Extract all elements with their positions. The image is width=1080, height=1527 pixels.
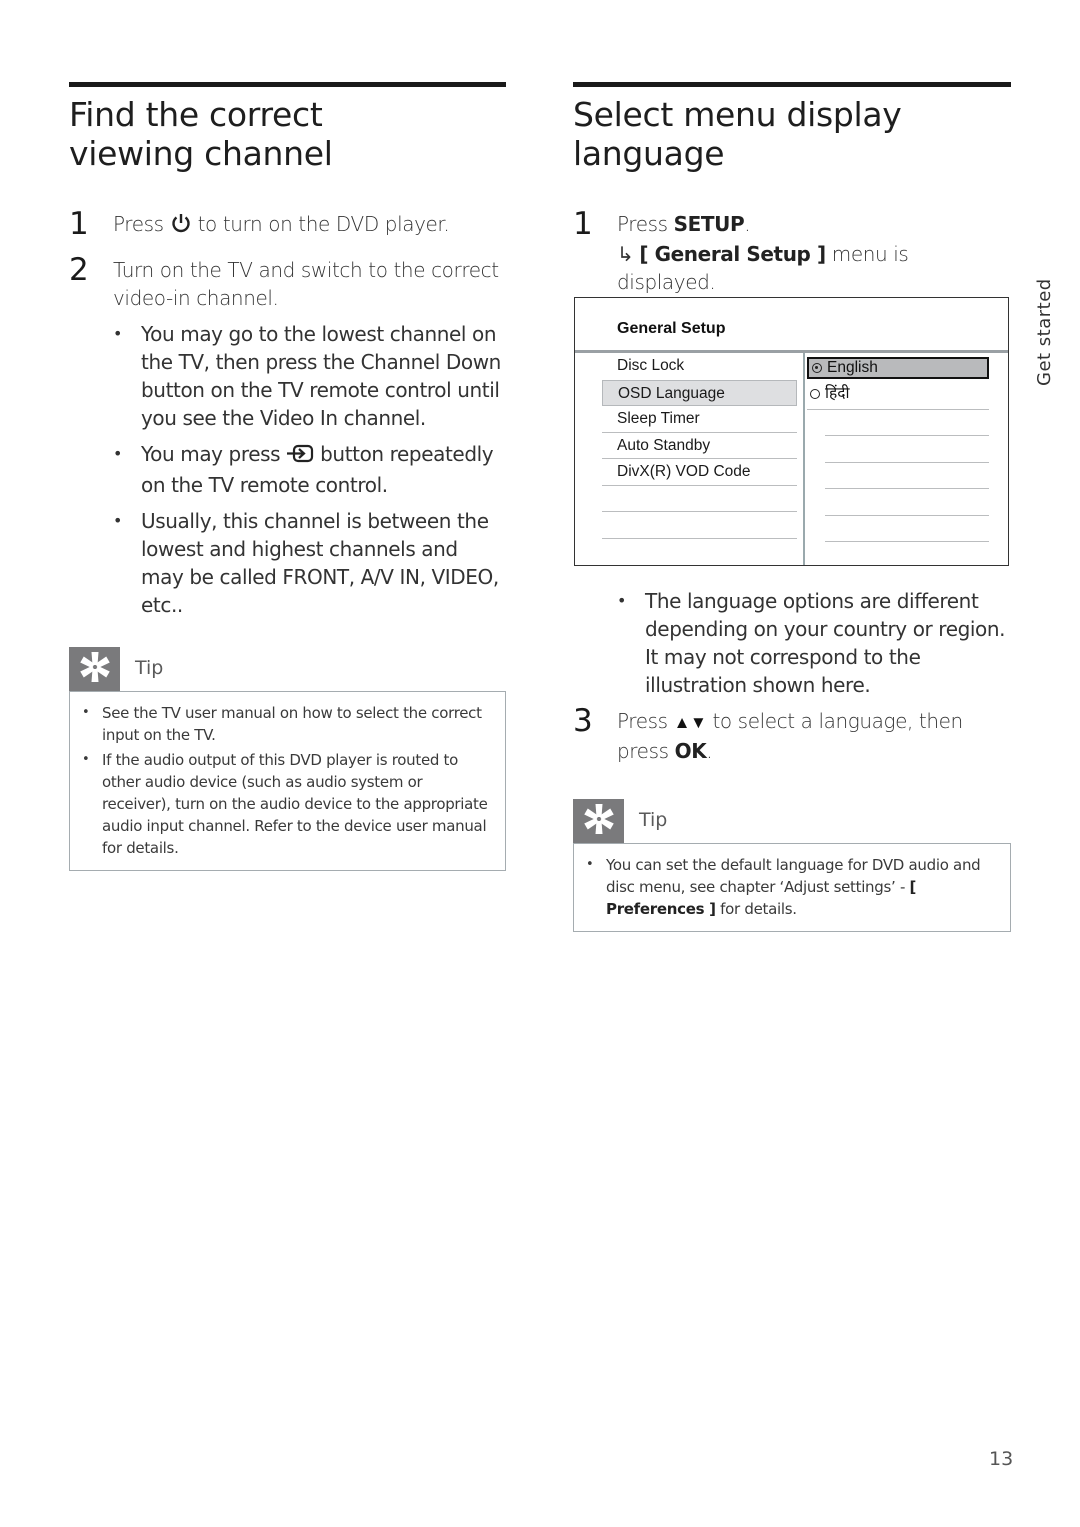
osd-item-auto-standby[interactable]: Auto Standby	[602, 433, 797, 459]
osd-item-divx-vod-code[interactable]: DivX(R) VOD Code	[602, 459, 797, 486]
tip-badge	[69, 647, 120, 691]
section-rule	[69, 82, 506, 87]
step-3: 3 Press ▲▼ to select a language, then pr…	[573, 703, 1011, 765]
option-label: English	[827, 359, 878, 376]
tip-box-right: Tip You can set the default language for…	[573, 799, 1011, 932]
radio-selected-icon	[812, 363, 822, 373]
osd-option-empty	[825, 436, 989, 463]
osd-option-empty	[825, 489, 989, 516]
section-title-menu-language: Select menu display language	[573, 95, 902, 173]
step-1-result: ↳ [ General Setup ] menu is displayed.	[573, 240, 1011, 296]
tip-item: You can set the default language for DVD…	[584, 854, 1000, 920]
punct: .	[706, 739, 713, 763]
tip-header: Tip	[573, 799, 1011, 843]
page-number: 13	[989, 1448, 1014, 1470]
step-text: Press	[617, 212, 668, 236]
osd-item-osd-language[interactable]: OSD Language	[602, 379, 797, 406]
section-rule	[573, 82, 1011, 87]
step-1: 1 Press SETUP.	[573, 206, 1011, 242]
tip-content: You can set the default language for DVD…	[573, 843, 1011, 932]
note-item: The language options are different depen…	[617, 587, 1017, 699]
step-text: Press	[113, 212, 164, 236]
osd-menu-title: General Setup	[617, 320, 726, 337]
setup-key-label: SETUP	[673, 212, 745, 236]
bullet-text: Usually, this channel is between the low…	[141, 509, 499, 617]
step-text: Press	[617, 709, 668, 733]
osd-menu-illustration: General Setup Disc Lock OSD Language Sle…	[574, 297, 1009, 566]
ok-key-label: OK	[674, 739, 707, 763]
tip-item: If the audio output of this DVD player i…	[80, 749, 495, 859]
note-list: The language options are different depen…	[617, 587, 1017, 699]
tip-label: Tip	[135, 657, 164, 679]
bullet-item: You may press button repeatedly on the T…	[113, 440, 503, 499]
step-number: 2	[69, 252, 89, 288]
bullet-text: You may press	[141, 442, 281, 466]
bullet-list: You may go to the lowest channel on the …	[113, 320, 503, 619]
step-number: 1	[573, 206, 593, 242]
step-text: to select a language, then press	[617, 709, 963, 763]
option-label: हिंदी	[825, 385, 850, 402]
asterisk-tip-icon	[582, 802, 616, 841]
side-tab-get-started: Get started	[1034, 278, 1055, 386]
tip-text: You can set the default language for DVD…	[606, 856, 981, 896]
up-down-arrow-icon: ▲▼	[673, 713, 707, 733]
osd-option-empty	[825, 410, 989, 436]
tip-header: Tip	[69, 647, 506, 691]
osd-option-english[interactable]: English	[807, 357, 989, 379]
power-icon	[170, 212, 192, 241]
tip-badge	[573, 799, 624, 843]
step-1: 1 Press to turn on the DVD player.	[69, 206, 506, 242]
bullet-item: Usually, this channel is between the low…	[113, 507, 503, 619]
menu-name: [ General Setup ]	[639, 242, 826, 266]
osd-item-empty	[602, 486, 797, 512]
tip-item: See the TV user manual on how to select …	[80, 702, 495, 746]
osd-item-disc-lock[interactable]: Disc Lock	[602, 353, 797, 380]
tip-label: Tip	[639, 809, 668, 831]
result-arrow-icon: ↳	[617, 242, 634, 266]
step-2: 2 Turn on the TV and switch to the corre…	[69, 252, 506, 312]
osd-column-divider	[803, 353, 805, 565]
asterisk-tip-icon	[78, 650, 112, 689]
osd-option-empty	[825, 463, 989, 489]
tip-box-left: Tip See the TV user manual on how to sel…	[69, 647, 506, 871]
osd-item-empty	[602, 512, 797, 539]
tip-content: See the TV user manual on how to select …	[69, 691, 506, 871]
osd-item-sleep-timer[interactable]: Sleep Timer	[602, 406, 797, 433]
source-input-icon	[286, 443, 314, 471]
step-text: Turn on the TV and switch to the correct…	[113, 258, 499, 310]
step-number: 1	[69, 206, 89, 242]
step-number: 3	[573, 703, 593, 739]
tip-text: for details.	[720, 900, 797, 918]
punct: .	[744, 212, 751, 236]
bullet-item: You may go to the lowest channel on the …	[113, 320, 503, 432]
left-column: Find the correct viewing channel 1 Press…	[69, 82, 506, 871]
section-title-viewing-channel: Find the correct viewing channel	[69, 95, 333, 173]
right-column-lower: The language options are different depen…	[573, 587, 1011, 932]
step-text: to turn on the DVD player.	[197, 212, 450, 236]
radio-unselected-icon	[810, 389, 820, 399]
osd-option-hindi[interactable]: हिंदी	[807, 383, 989, 410]
bullet-text: You may go to the lowest channel on the …	[141, 322, 501, 430]
osd-option-empty	[825, 516, 989, 542]
osd-menu-list: Disc Lock OSD Language Sleep Timer Auto …	[602, 353, 797, 539]
osd-options-list: English हिंदी	[807, 357, 989, 542]
